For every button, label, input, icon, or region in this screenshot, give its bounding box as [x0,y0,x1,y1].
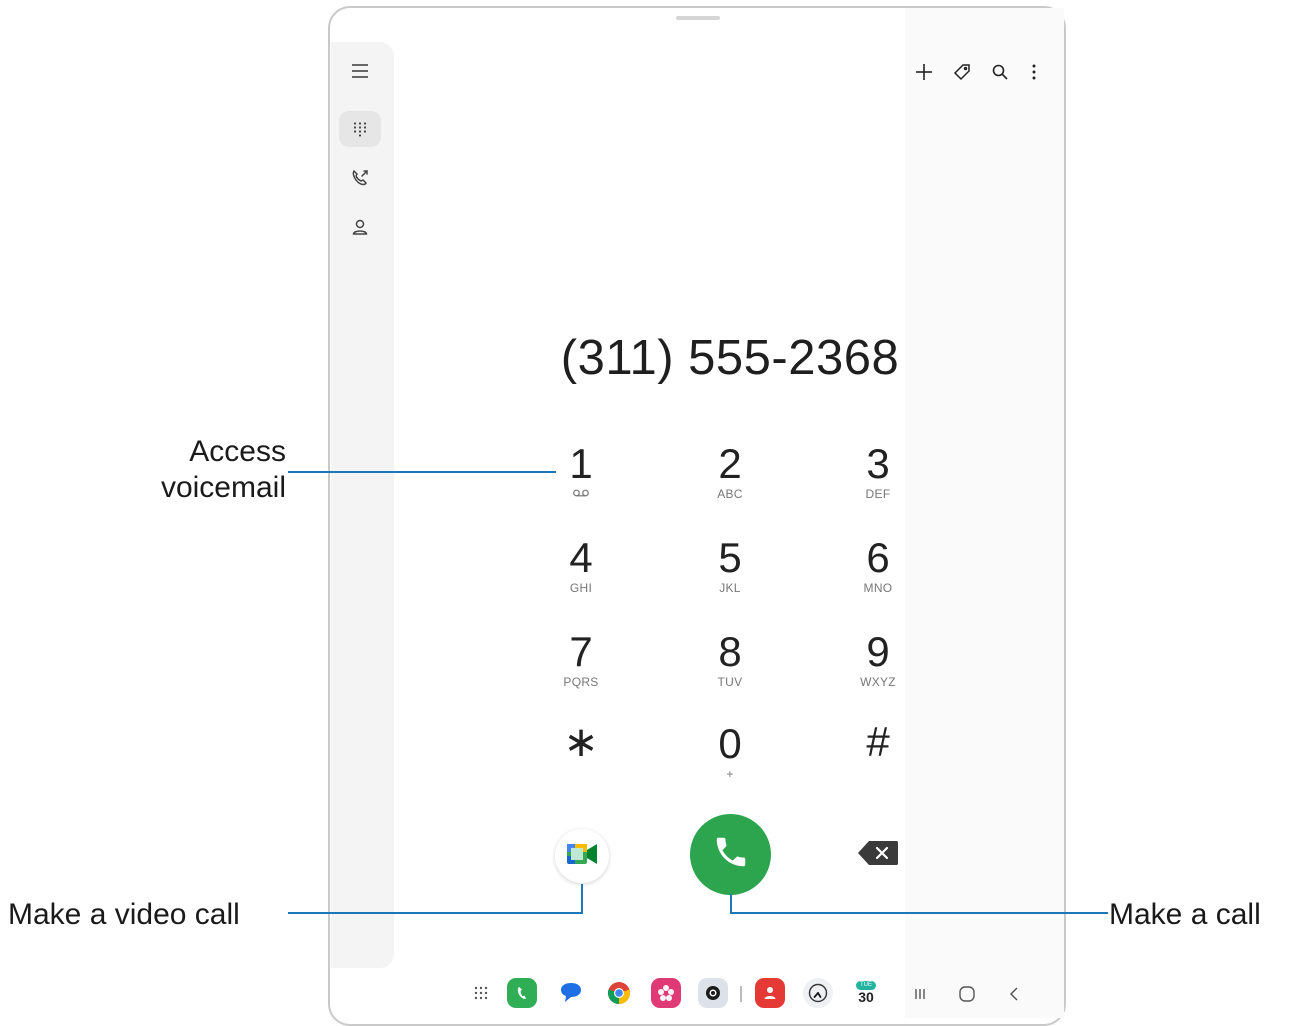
key-digit: ∗ [563,718,599,765]
key-digit: 6 [866,534,890,581]
key-star[interactable]: ∗ [531,720,631,800]
calendar-app-icon[interactable]: TUE 30 [851,978,881,1008]
call-button[interactable] [690,814,771,895]
key-letters: JKL [719,581,741,595]
key-3[interactable]: 3 DEF [828,442,928,522]
key-letters: PQRS [563,675,599,689]
key-digit: 8 [718,628,742,675]
key-0[interactable]: 0 + [680,722,780,802]
key-letters: GHI [569,581,593,595]
key-5[interactable]: 5 JKL [680,536,780,616]
callout-line-video-vertical [581,884,583,914]
phone-app-icon[interactable] [507,978,537,1008]
callout-video-call: Make a video call [8,898,240,931]
key-letters: + [726,767,734,781]
key-letters: MNO [863,581,893,595]
key-digit: # [866,718,890,765]
video-call-button[interactable] [555,829,609,883]
callout-voicemail: Access voicemail [100,434,286,506]
phone-icon [712,833,750,876]
key-digit: 9 [866,628,890,675]
menu-icon[interactable] [339,53,381,89]
back-nav-icon[interactable] [1001,981,1027,1007]
key-letters: ABC [717,487,743,501]
contacts-icon[interactable] [339,209,381,245]
key-digit: 2 [718,440,742,487]
google-meet-icon [565,841,599,872]
key-digit: 3 [866,440,890,487]
gallery-app-icon[interactable] [651,978,681,1008]
key-letters: DEF [865,487,891,501]
backspace-icon [857,840,899,871]
key-6[interactable]: 6 MNO [828,536,928,616]
search-icon[interactable] [986,58,1014,86]
contacts-app-icon[interactable] [755,978,785,1008]
key-8[interactable]: 8 TUV [680,630,780,710]
key-1[interactable]: 1 [531,442,631,522]
voicemail-icon [572,484,590,502]
apps-grid-icon[interactable] [466,978,496,1008]
chrome-app-icon[interactable] [604,978,634,1008]
recents-icon[interactable] [339,160,381,196]
key-letters: WXYZ [860,675,896,689]
key-digit: 1 [569,440,593,487]
key-letters: TUV [717,675,743,689]
keypad-icon[interactable] [339,111,381,147]
key-7[interactable]: 7 PQRS [531,630,631,710]
key-digit: 5 [718,534,742,581]
callout-line-voicemail [288,471,556,473]
callout-line-call [730,912,1108,914]
tag-icon[interactable] [948,58,976,86]
taskbar-divider [740,986,742,1002]
camera-app-icon[interactable] [698,978,728,1008]
callout-voicemail-line2: voicemail [160,471,286,504]
key-2[interactable]: 2 ABC [680,442,780,522]
recents-nav-icon[interactable] [907,981,933,1007]
key-digit: 7 [569,628,593,675]
side-panel [905,8,1064,1018]
callout-line-call-vertical [730,894,732,914]
calendar-date: 30 [858,989,874,1005]
clock-app-icon[interactable] [803,978,833,1008]
callout-make-call: Make a call [1109,898,1261,931]
more-options-icon[interactable] [1020,58,1048,86]
key-digit: 4 [569,534,593,581]
callout-line-video [288,912,583,914]
backspace-button[interactable] [856,840,900,870]
key-4[interactable]: 4 GHI [531,536,631,616]
drag-handle[interactable] [676,16,720,20]
key-hash[interactable]: # [828,720,928,800]
key-digit: 0 [718,720,742,767]
key-9[interactable]: 9 WXYZ [828,630,928,710]
callout-voicemail-line1: Access [189,435,286,468]
messages-app-icon[interactable] [556,978,586,1008]
home-nav-icon[interactable] [954,981,980,1007]
add-icon[interactable] [910,58,938,86]
phone-number-display[interactable]: (311) 555-2368 [540,330,920,386]
